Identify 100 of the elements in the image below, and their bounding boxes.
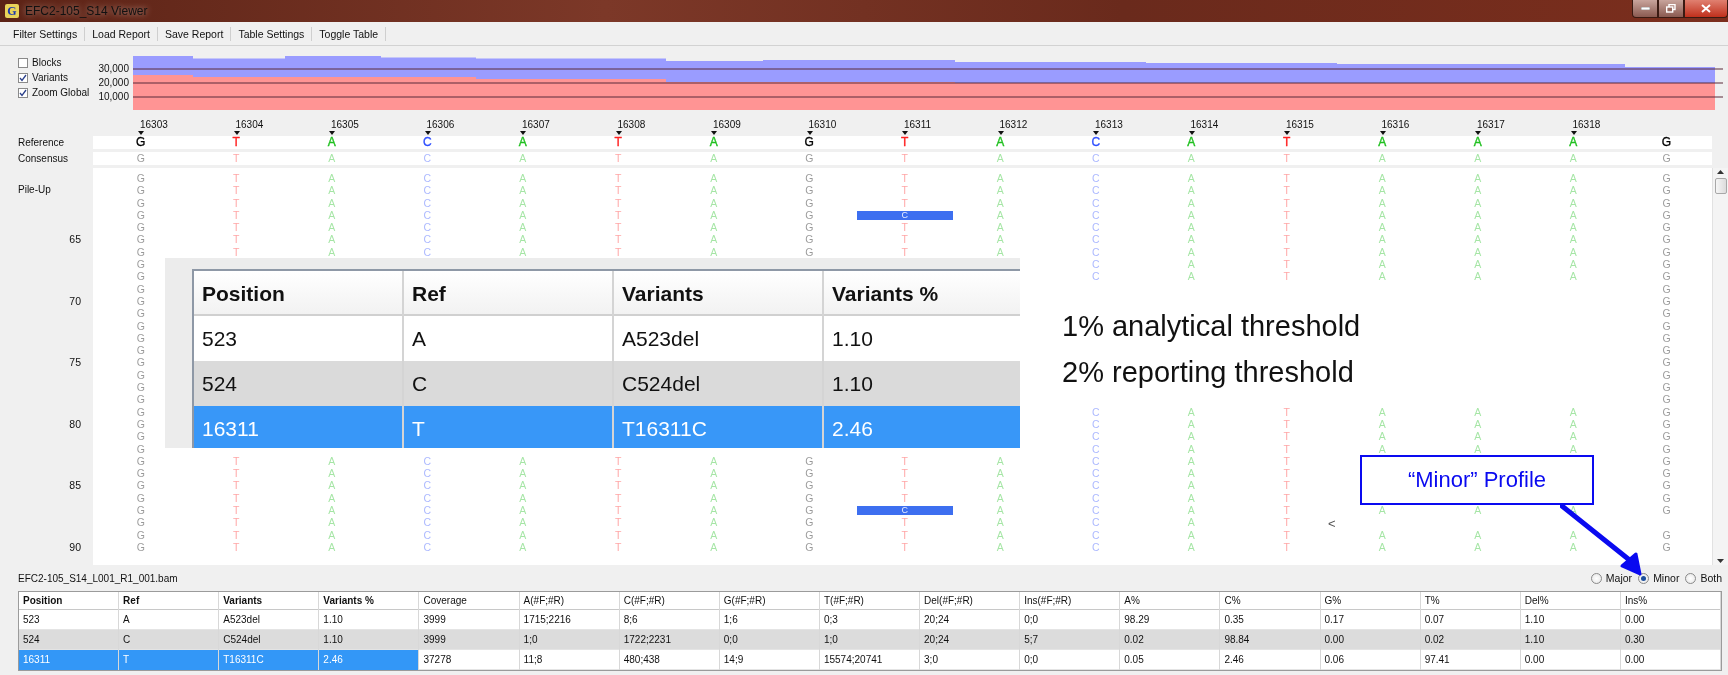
pileup-base: T bbox=[1283, 442, 1290, 455]
pileup-base: C bbox=[423, 479, 432, 492]
pileup-base: A bbox=[519, 528, 527, 541]
pileup-base: G bbox=[1662, 442, 1671, 455]
pileup-base: G bbox=[1662, 282, 1671, 295]
pileup-base: T bbox=[233, 454, 240, 468]
pileup-base: A bbox=[1187, 454, 1195, 468]
row-number: 75 bbox=[68, 356, 82, 369]
track-checkbox[interactable]: Zoom Global bbox=[18, 86, 92, 99]
menu-item[interactable]: Load Report bbox=[85, 26, 158, 41]
callout-label: “Minor” Profile bbox=[1360, 455, 1594, 505]
scroll-down-icon[interactable] bbox=[1717, 559, 1724, 563]
pileup-base: G bbox=[1662, 208, 1671, 222]
consensus-base: A bbox=[1474, 152, 1482, 165]
scroll-up-icon[interactable] bbox=[1717, 170, 1724, 174]
pileup-base: G bbox=[805, 208, 814, 222]
consensus-base: T bbox=[233, 152, 240, 165]
pileup-base: A bbox=[328, 454, 336, 468]
close-button[interactable] bbox=[1684, 0, 1728, 18]
pileup-base: A bbox=[1378, 245, 1386, 259]
pileup-base: G bbox=[136, 442, 145, 455]
pileup-base: A bbox=[1378, 528, 1386, 541]
table-cell[interactable]: 3;0 bbox=[920, 650, 1021, 670]
pileup-base: A bbox=[519, 516, 527, 529]
reference-base: T bbox=[1283, 136, 1291, 149]
pileup-base: A bbox=[1378, 233, 1386, 246]
table-cell[interactable]: 0.06 bbox=[1320, 650, 1421, 670]
position-label: 16305 bbox=[331, 119, 360, 131]
pileup-base: G bbox=[1662, 405, 1671, 418]
menu-item[interactable]: Save Report bbox=[158, 26, 232, 41]
pileup-base: T bbox=[615, 221, 622, 234]
table-cell[interactable]: 2.46 bbox=[1220, 650, 1321, 670]
pileup-base: T bbox=[233, 184, 240, 197]
pileup-base: A bbox=[996, 221, 1004, 234]
restore-button[interactable] bbox=[1658, 0, 1684, 18]
pileup-base: G bbox=[805, 454, 814, 468]
pileup-base: T bbox=[901, 528, 908, 541]
pileup-base: A bbox=[1474, 245, 1482, 259]
pileup-base: G bbox=[1662, 381, 1671, 394]
pileup-base: A bbox=[710, 196, 718, 209]
minimize-button[interactable] bbox=[1632, 0, 1658, 18]
menu-item[interactable]: Table Settings bbox=[231, 26, 313, 41]
pileup-base: A bbox=[328, 540, 336, 554]
pileup-base: A bbox=[996, 233, 1004, 246]
profile-radio[interactable]: Both bbox=[1685, 572, 1722, 584]
pileup-base: A bbox=[1187, 245, 1195, 259]
table-cell[interactable]: 97.41 bbox=[1420, 650, 1521, 670]
pileup-base: A bbox=[1569, 258, 1577, 271]
table-cell[interactable]: 480;438 bbox=[619, 650, 720, 670]
pileup-base: T bbox=[1283, 233, 1290, 246]
pileup-base: G bbox=[805, 172, 814, 185]
menu-item[interactable]: Toggle Table bbox=[312, 26, 387, 41]
pileup-base: A bbox=[328, 245, 336, 259]
pileup-base: T bbox=[233, 516, 240, 529]
pileup-base: T bbox=[901, 184, 908, 197]
pileup-base: T bbox=[901, 221, 908, 234]
pileup-base: A bbox=[1378, 430, 1386, 443]
pileup-base: A bbox=[328, 233, 336, 246]
track-checkbox[interactable]: Variants bbox=[18, 71, 92, 84]
table-cell[interactable]: 14;9 bbox=[719, 650, 820, 670]
table-cell[interactable]: 0.05 bbox=[1120, 650, 1221, 670]
track-checkbox[interactable]: Blocks bbox=[18, 56, 92, 69]
pileup-base: T bbox=[1283, 454, 1290, 468]
position-label: 16313 bbox=[1095, 119, 1124, 131]
pileup-base: G bbox=[136, 381, 145, 394]
pileup-base: T bbox=[901, 454, 908, 468]
pileup-base: A bbox=[1187, 467, 1195, 480]
pileup-base: G bbox=[805, 528, 814, 541]
pileup-base: T bbox=[615, 479, 622, 492]
table-cell[interactable]: 0.00 bbox=[1520, 650, 1621, 670]
pileup-base: A bbox=[1474, 430, 1482, 443]
table-cell[interactable]: 37278 bbox=[419, 650, 520, 670]
pileup-base: A bbox=[996, 467, 1004, 480]
menu-item[interactable]: Filter Settings bbox=[6, 26, 86, 41]
table-cell[interactable]: 0;0 bbox=[1020, 650, 1121, 670]
reference-base: C bbox=[1091, 136, 1101, 149]
pileup-base: A bbox=[519, 233, 527, 246]
pileup-base: G bbox=[1662, 331, 1671, 345]
pileup-base: T bbox=[233, 196, 240, 209]
position-label: 16318 bbox=[1572, 119, 1602, 131]
pileup-base: C bbox=[1091, 491, 1100, 504]
scroll-thumb[interactable] bbox=[1714, 178, 1727, 194]
table-cell[interactable]: 11;8 bbox=[519, 650, 620, 670]
pileup-base: G bbox=[136, 319, 145, 332]
pileup-base: T bbox=[615, 196, 622, 209]
profile-radio[interactable]: Major bbox=[1590, 572, 1633, 584]
table-cell[interactable]: 0.00 bbox=[1620, 650, 1721, 670]
pileup-base: T bbox=[901, 467, 908, 480]
pileup-base: A bbox=[1569, 245, 1577, 259]
track-label: Pile-Up bbox=[17, 184, 52, 197]
pileup-base: G bbox=[136, 208, 145, 222]
pileup-base: G bbox=[1662, 196, 1671, 209]
consensus-base: A bbox=[710, 152, 718, 165]
consensus-base: T bbox=[901, 152, 908, 165]
table-cell[interactable]: 15574;20741 bbox=[819, 650, 921, 670]
pileup-base: A bbox=[328, 172, 336, 185]
scrollbar[interactable] bbox=[1712, 168, 1728, 565]
pileup-base: A bbox=[710, 454, 718, 468]
pileup-base: C bbox=[1091, 270, 1100, 283]
track-label: Consensus bbox=[17, 152, 70, 165]
